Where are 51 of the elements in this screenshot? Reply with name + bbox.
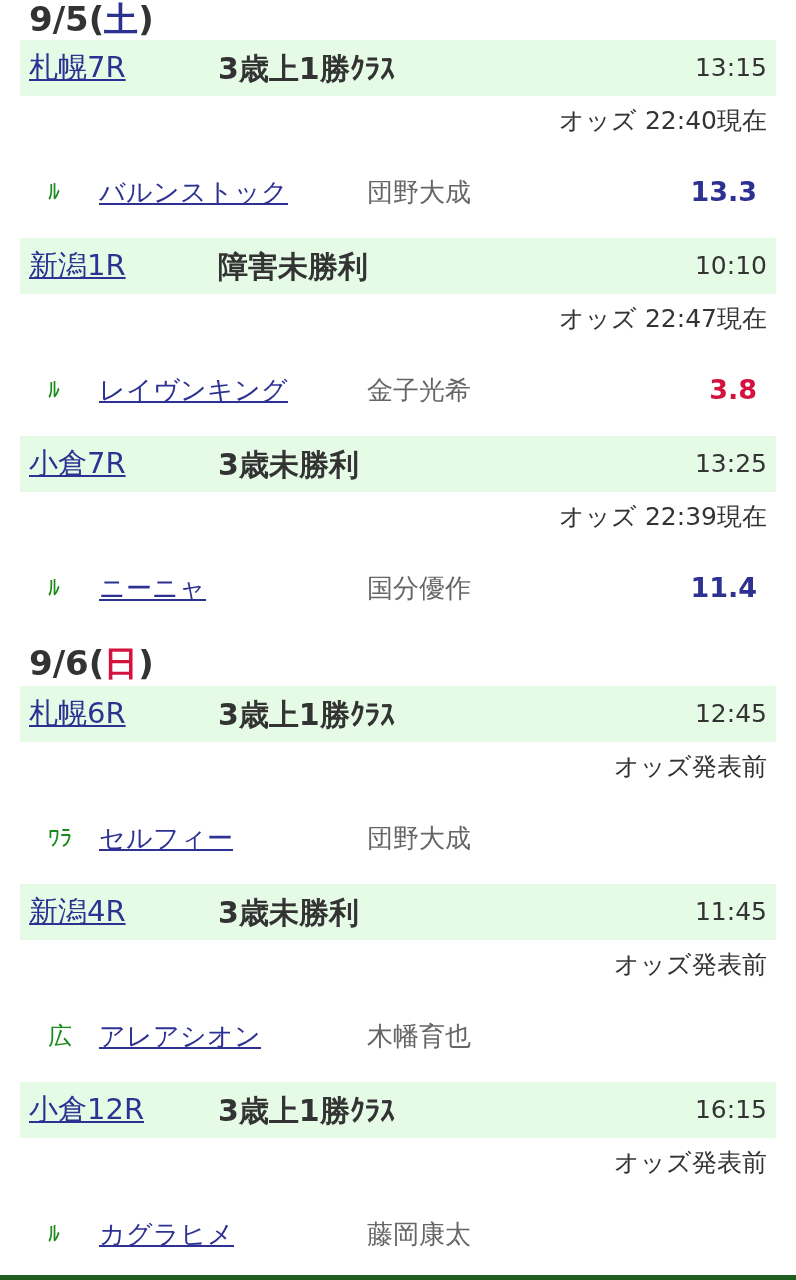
race-name: 3歳上1勝ｸﾗｽ — [218, 1091, 396, 1130]
date-paren-text: ) — [138, 2, 154, 36]
jockey-name: 木幡育也 — [367, 1019, 472, 1053]
jockey-name: 金子光希 — [367, 373, 472, 407]
mark-label: ﾙ — [48, 375, 61, 406]
horse-link[interactable]: レイヴンキング — [99, 370, 367, 410]
jockey-name: 国分優作 — [367, 571, 472, 605]
horse-link[interactable]: カグラヒメ — [99, 1214, 367, 1254]
race-link[interactable]: 札幌6R — [29, 692, 218, 736]
odds-status: オッズ発表前 — [614, 949, 767, 982]
mark-label: ﾙ — [48, 177, 61, 208]
weekday-text: 日 — [104, 646, 139, 680]
horse-link[interactable]: ニーニャ — [99, 568, 367, 608]
race-name: 3歳上1勝ｸﾗｽ — [218, 49, 396, 88]
race-name: 3歳上1勝ｸﾗｽ — [218, 695, 396, 734]
race-link[interactable]: 小倉12R — [29, 1088, 218, 1132]
jockey-name: 藤岡康太 — [367, 1217, 472, 1251]
race-time: 12:45 — [694, 698, 767, 731]
race-link[interactable]: 新潟4R — [29, 890, 218, 934]
date-paren-text: ) — [138, 646, 154, 680]
race-time: 13:15 — [694, 52, 767, 85]
odds-value: 3.8 — [709, 372, 757, 407]
odds-status: オッズ 22:40現在 — [559, 105, 767, 138]
mark-label: ﾙ — [48, 1219, 61, 1250]
odds-status: オッズ 22:39現在 — [559, 501, 767, 534]
date-text: 9/6( — [29, 646, 105, 680]
race-link[interactable]: 小倉7R — [29, 442, 218, 486]
mark-label: 広 — [48, 1021, 73, 1052]
race-name: 障害未勝利 — [218, 247, 369, 286]
race-time: 11:45 — [694, 896, 767, 929]
race-link[interactable]: 札幌7R — [29, 46, 218, 90]
weekday-text: 土 — [104, 2, 139, 36]
race-time: 16:15 — [694, 1094, 767, 1127]
odds-value: 13.3 — [690, 174, 757, 209]
mark-label: ﾙ — [48, 573, 61, 604]
date-text: 9/5( — [29, 2, 105, 36]
jockey-name: 団野大成 — [367, 821, 472, 855]
odds-status: オッズ 22:47現在 — [559, 303, 767, 336]
race-time: 13:25 — [694, 448, 767, 481]
horse-link[interactable]: セルフィー — [99, 818, 367, 858]
race-time: 10:10 — [694, 250, 767, 283]
race-link[interactable]: 新潟1R — [29, 244, 218, 288]
horse-link[interactable]: アレアシオン — [99, 1016, 367, 1056]
horse-link[interactable]: バルンストック — [99, 172, 367, 212]
mark-label: ﾜﾗ — [48, 823, 73, 854]
jockey-name: 団野大成 — [367, 175, 472, 209]
odds-status: オッズ発表前 — [614, 751, 767, 784]
race-name: 3歳未勝利 — [218, 893, 360, 932]
race-name: 3歳未勝利 — [218, 445, 360, 484]
odds-value: 11.4 — [690, 570, 757, 605]
odds-status: オッズ発表前 — [614, 1147, 767, 1180]
